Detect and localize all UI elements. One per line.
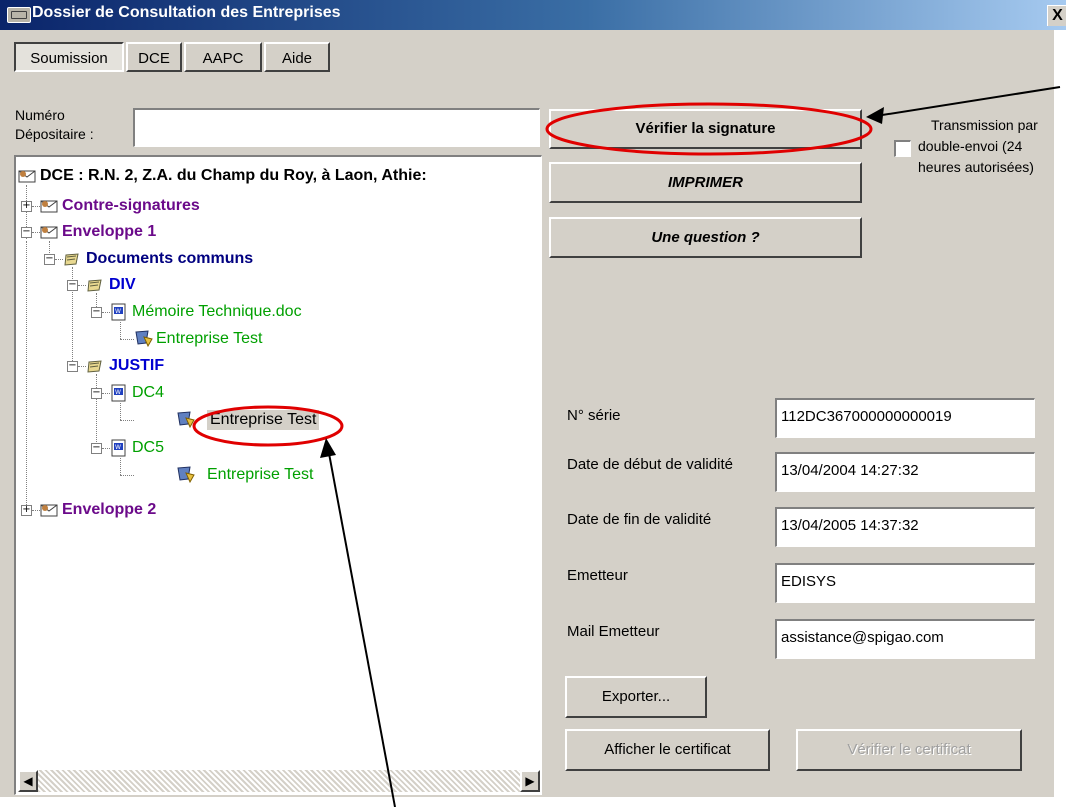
window-title: Dossier de Consultation des Entreprises [32, 4, 341, 21]
tree-dc4[interactable]: DC4 [132, 383, 164, 403]
date-fin-field[interactable]: 13/04/2005 14:37:32 [775, 507, 1035, 547]
verifier-certificat-button: Vérifier le certificat [796, 729, 1022, 771]
tree-enveloppe-2[interactable]: Enveloppe 2 [62, 500, 156, 520]
emetteur-label: Emetteur [567, 567, 628, 584]
title-bar: Dossier de Consultation des Entreprises [0, 0, 1066, 30]
svg-text:W: W [115, 308, 121, 315]
root-envelope-icon [18, 170, 36, 183]
emetteur-field[interactable]: EDISYS [775, 563, 1035, 603]
verifier-signature-button[interactable]: Vérifier la signature [549, 109, 862, 149]
tree-memoire-technique[interactable]: Mémoire Technique.doc [132, 302, 302, 322]
folder-icon [64, 253, 79, 266]
tree-contre-signatures[interactable]: Contre-signatures [62, 196, 200, 216]
transmission-checkbox[interactable] [894, 140, 911, 157]
tree-documents-communs[interactable]: Documents communs [86, 249, 253, 269]
question-button[interactable]: Une question ? [549, 217, 862, 258]
exporter-button[interactable]: Exporter... [565, 676, 707, 718]
collapse-icon[interactable]: − [91, 443, 102, 454]
tab-aapc[interactable]: AAPC [184, 42, 262, 72]
tree-entreprise-test-2[interactable]: Entreprise Test [207, 410, 320, 430]
date-fin-label: Date de fin de validité [567, 511, 712, 528]
signature-icon [177, 411, 195, 428]
date-debut-field[interactable]: 13/04/2004 14:27:32 [775, 452, 1035, 492]
envelope-icon [40, 226, 58, 239]
date-debut-label: Date de début de validité [567, 456, 733, 473]
envelope-icon [40, 200, 58, 213]
collapse-icon[interactable]: − [91, 388, 102, 399]
transmission-label-line1: Transmission par [931, 117, 1038, 133]
tree-entreprise-test-3[interactable]: Entreprise Test [207, 465, 313, 485]
signature-icon [177, 466, 195, 483]
tree-div[interactable]: DIV [109, 275, 136, 295]
signature-icon [135, 330, 153, 347]
margin-strip [0, 797, 1066, 807]
tab-dce[interactable]: DCE [126, 42, 182, 72]
word-doc-icon: W [111, 439, 126, 457]
tab-soumission[interactable]: Soumission [14, 42, 124, 72]
scroll-right-icon[interactable]: ▶ [520, 770, 540, 792]
margin-strip [1054, 30, 1066, 807]
collapse-icon[interactable]: − [44, 254, 55, 265]
tree-justif[interactable]: JUSTIF [109, 356, 164, 376]
imprimer-button[interactable]: IMPRIMER [549, 162, 862, 203]
collapse-icon[interactable]: − [21, 227, 32, 238]
tree-dc5[interactable]: DC5 [132, 438, 164, 458]
depositaire-label-line2: Dépositaire : [15, 126, 94, 142]
word-doc-icon: W [111, 384, 126, 402]
folder-icon [87, 279, 102, 292]
expand-icon[interactable]: + [21, 201, 32, 212]
tree-entreprise-test-1[interactable]: Entreprise Test [156, 329, 262, 349]
envelope-icon [40, 504, 58, 517]
transmission-label-line3: heures autorisées) [918, 159, 1034, 175]
expand-icon[interactable]: + [21, 505, 32, 516]
main-window: Dossier de Consultation des Entreprises … [0, 0, 1066, 807]
serie-field[interactable]: 112DC367000000000019 [775, 398, 1035, 438]
document-tree[interactable]: DCE : R.N. 2, Z.A. du Champ du Roy, à La… [14, 155, 542, 795]
depositaire-input[interactable] [133, 108, 540, 147]
mail-emetteur-field[interactable]: assistance@spigao.com [775, 619, 1035, 659]
svg-text:W: W [115, 389, 121, 396]
transmission-label-line2: double-envoi (24 [918, 138, 1023, 154]
tree-enveloppe-1[interactable]: Enveloppe 1 [62, 222, 156, 242]
scroll-left-icon[interactable]: ◀ [18, 770, 38, 792]
folder-icon [87, 360, 102, 373]
collapse-icon[interactable]: − [67, 280, 78, 291]
horizontal-scrollbar[interactable]: ◀ ▶ [18, 770, 540, 792]
svg-text:W: W [115, 444, 121, 451]
depositaire-label-line1: Numéro [15, 107, 65, 123]
tree-root[interactable]: DCE : R.N. 2, Z.A. du Champ du Roy, à La… [40, 166, 427, 186]
collapse-icon[interactable]: − [91, 307, 102, 318]
mail-emetteur-label: Mail Emetteur [567, 623, 660, 640]
tab-aide[interactable]: Aide [264, 42, 330, 72]
app-icon [7, 7, 31, 23]
close-button[interactable]: X [1047, 5, 1066, 26]
serie-label: N° série [567, 407, 621, 424]
collapse-icon[interactable]: − [67, 361, 78, 372]
afficher-certificat-button[interactable]: Afficher le certificat [565, 729, 770, 771]
word-doc-icon: W [111, 303, 126, 321]
